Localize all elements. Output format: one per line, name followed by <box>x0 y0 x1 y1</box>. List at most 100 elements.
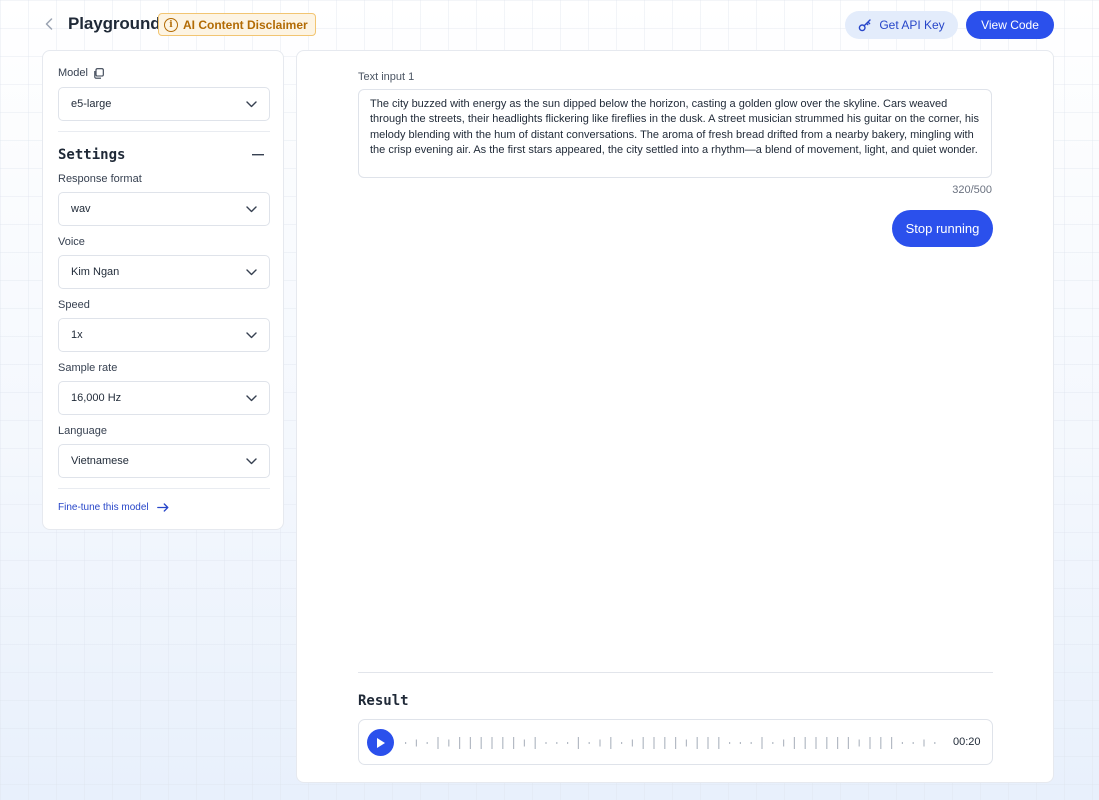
speed-label: Speed <box>58 299 90 311</box>
language-select[interactable]: Vietnamese <box>58 444 270 478</box>
waveform-bar <box>739 742 741 744</box>
waveform-bar <box>912 742 914 744</box>
waveform-bar <box>847 737 849 749</box>
waveform-bar <box>685 739 687 747</box>
response-format-select[interactable]: wav <box>58 192 270 226</box>
sample-rate-value: 16,000 Hz <box>71 392 122 404</box>
waveform-bar <box>815 737 817 749</box>
chevron-down-icon <box>246 394 257 401</box>
page-title: Playground <box>68 14 161 33</box>
waveform-bar <box>653 737 655 749</box>
model-label: Model <box>58 67 88 79</box>
waveform-bar <box>707 737 709 749</box>
back-button[interactable] <box>40 14 58 34</box>
play-button[interactable] <box>367 729 394 756</box>
minus-icon <box>252 154 264 156</box>
response-format-value: wav <box>71 203 91 215</box>
ai-disclaimer-label: AI Content Disclaimer <box>183 17 308 32</box>
waveform-bar <box>869 737 871 749</box>
ai-disclaimer-badge[interactable]: i AI Content Disclaimer <box>158 13 316 36</box>
model-select[interactable]: e5-large <box>58 87 270 121</box>
top-bar: Playground i AI Content Disclaimer Get A… <box>0 0 1099 50</box>
waveform-bar <box>523 739 525 747</box>
language-label: Language <box>58 425 107 437</box>
text-input-field[interactable]: The city buzzed with energy as the sun d… <box>358 89 992 178</box>
fine-tune-link[interactable]: Fine-tune this model <box>58 502 169 513</box>
sample-rate-select[interactable]: 16,000 Hz <box>58 381 270 415</box>
waveform-bar <box>804 737 806 749</box>
waveform-bar <box>826 737 828 749</box>
sample-rate-label: Sample rate <box>58 362 118 374</box>
waveform-bar <box>696 737 698 749</box>
waveform-bar <box>750 742 752 744</box>
chevron-down-icon <box>246 100 257 107</box>
waveform-bar <box>437 737 439 749</box>
waveform-bar <box>415 739 417 747</box>
divider <box>358 672 993 673</box>
waveform-bar <box>880 737 882 749</box>
waveform-bar <box>761 737 763 749</box>
waveform-bar <box>729 742 731 744</box>
voice-value: Kim Ngan <box>71 266 120 278</box>
waveform-bar <box>793 737 795 749</box>
model-select-value: e5-large <box>71 98 112 110</box>
waveform-bar <box>577 737 579 749</box>
waveform-bar <box>718 737 720 749</box>
char-counter: 320/500 <box>952 184 992 196</box>
waveform-bar <box>610 737 612 749</box>
waveform-bar <box>621 742 623 744</box>
speed-value: 1x <box>71 329 83 341</box>
divider <box>58 488 270 489</box>
waveform-bar <box>891 737 893 749</box>
waveform-bar <box>772 742 774 744</box>
waveform-bar <box>448 739 450 747</box>
speed-select[interactable]: 1x <box>58 318 270 352</box>
waveform-bar <box>459 737 461 749</box>
audio-time: 00:20 <box>953 736 981 748</box>
waveform-bar <box>545 742 547 744</box>
copy-icon[interactable] <box>93 67 104 79</box>
model-label-row: Model <box>58 67 104 79</box>
response-format-label: Response format <box>58 173 142 185</box>
waveform-bar <box>469 737 471 749</box>
get-api-key-label: Get API Key <box>879 18 945 32</box>
waveform-bar <box>491 737 493 749</box>
text-input-label: Text input 1 <box>358 71 415 83</box>
voice-label: Voice <box>58 236 85 248</box>
waveform-bar <box>858 739 860 747</box>
waveform-bar <box>837 737 839 749</box>
waveform-bar <box>513 737 515 749</box>
stop-running-button[interactable]: Stop running <box>892 210 993 247</box>
fine-tune-label: Fine-tune this model <box>58 502 149 513</box>
arrow-right-icon <box>156 503 169 512</box>
get-api-key-button[interactable]: Get API Key <box>845 11 958 39</box>
divider <box>58 131 270 132</box>
info-icon: i <box>164 17 178 32</box>
waveform-bar <box>599 739 601 747</box>
chevron-left-icon <box>45 18 53 30</box>
chevron-down-icon <box>246 457 257 464</box>
waveform-bar <box>556 742 558 744</box>
audio-player: 00:20 <box>358 719 993 765</box>
settings-panel: Model e5-large Settings Response format … <box>42 50 284 530</box>
collapse-settings-button[interactable] <box>250 147 266 163</box>
waveform-bar <box>480 737 482 749</box>
audio-waveform[interactable] <box>405 732 945 754</box>
waveform-bar <box>675 737 677 749</box>
waveform-bar <box>783 739 785 747</box>
result-title: Result <box>358 693 409 709</box>
waveform-bar <box>426 742 428 744</box>
chevron-down-icon <box>246 331 257 338</box>
waveform-bar <box>631 739 633 747</box>
waveform-bar <box>588 742 590 744</box>
language-value: Vietnamese <box>71 455 129 467</box>
waveform-bar <box>405 742 407 744</box>
waveform-bar <box>664 737 666 749</box>
waveform-bar <box>901 742 903 744</box>
play-icon <box>377 737 385 748</box>
view-code-button[interactable]: View Code <box>966 11 1054 39</box>
waveform-bar <box>502 737 504 749</box>
voice-select[interactable]: Kim Ngan <box>58 255 270 289</box>
chevron-down-icon <box>246 268 257 275</box>
chevron-down-icon <box>246 205 257 212</box>
